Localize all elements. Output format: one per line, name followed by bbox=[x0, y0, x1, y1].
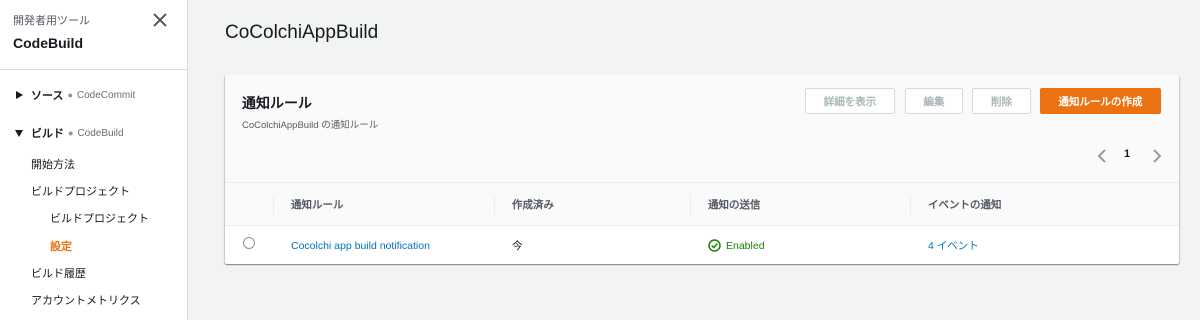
created-value: 今 bbox=[512, 240, 523, 252]
sidebar-section-source[interactable]: ソース ● CodeCommit bbox=[13, 86, 135, 104]
panel-title: 通知ルール bbox=[242, 95, 312, 111]
row-select-radio[interactable] bbox=[243, 237, 255, 249]
events-link[interactable]: 4 イベント bbox=[928, 227, 979, 264]
previous-page-icon[interactable] bbox=[1095, 147, 1109, 165]
status-badge: Enabled bbox=[708, 227, 765, 264]
sidebar-section-build[interactable]: ビルド ● CodeBuild bbox=[13, 124, 124, 142]
sidebar-item-getting-started[interactable]: 開始方法 bbox=[31, 156, 75, 172]
sidebar-subitem-settings[interactable]: 設定 bbox=[50, 238, 72, 254]
page-title: CoColchiAppBuild bbox=[225, 22, 379, 43]
next-page-icon[interactable] bbox=[1150, 147, 1164, 165]
sidebar-item-account-metrics[interactable]: アカウントメトリクス bbox=[31, 292, 141, 308]
bullet-icon: ● bbox=[68, 128, 74, 138]
create-notification-rule-button[interactable]: 通知ルールの作成 bbox=[1040, 88, 1161, 114]
column-divider bbox=[494, 195, 495, 215]
sidebar-item-build-history[interactable]: ビルド履歴 bbox=[31, 265, 86, 281]
sidebar-section-build-label: ビルド bbox=[31, 128, 64, 140]
notification-rules-panel: 通知ルール CoColchiAppBuild の通知ルール 詳細を表示 編集 削… bbox=[225, 75, 1179, 264]
view-details-button[interactable]: 詳細を表示 bbox=[805, 88, 895, 114]
sidebar-section-source-sub: CodeCommit bbox=[76, 89, 136, 101]
delete-button[interactable]: 削除 bbox=[972, 88, 1031, 114]
panel-description: CoColchiAppBuild の通知ルール bbox=[242, 120, 379, 131]
sidebar-subitem-build-project[interactable]: ビルドプロジェクト bbox=[50, 210, 149, 226]
bullet-icon: ● bbox=[67, 90, 73, 100]
column-header-send[interactable]: 通知の送信 bbox=[708, 183, 761, 226]
column-divider bbox=[690, 195, 691, 215]
column-divider bbox=[273, 195, 274, 215]
sidebar-tool-label: 開発者用ツール bbox=[13, 15, 90, 27]
edit-button[interactable]: 編集 bbox=[905, 88, 963, 114]
sidebar-section-source-label: ソース bbox=[31, 90, 64, 102]
sidebar-item-build-projects[interactable]: ビルドプロジェクト bbox=[31, 183, 130, 199]
caret-right-icon bbox=[13, 89, 25, 101]
current-page-number[interactable]: 1 bbox=[1124, 148, 1130, 160]
side-navigation: 開発者用ツール CodeBuild ソース ● CodeCommit ビルド ●… bbox=[0, 0, 188, 320]
close-icon[interactable] bbox=[150, 10, 170, 30]
column-header-created[interactable]: 作成済み bbox=[512, 183, 554, 226]
sidebar-header: 開発者用ツール CodeBuild bbox=[0, 0, 187, 70]
sidebar-section-build-sub: CodeBuild bbox=[77, 127, 124, 139]
panel-header: 通知ルール CoColchiAppBuild の通知ルール 詳細を表示 編集 削… bbox=[225, 75, 1179, 183]
caret-down-icon bbox=[13, 127, 25, 139]
column-header-rule[interactable]: 通知ルール bbox=[291, 183, 344, 226]
sidebar-service-name[interactable]: CodeBuild bbox=[13, 35, 83, 51]
column-divider bbox=[910, 195, 911, 215]
rule-name-link[interactable]: Cocolchi app build notification bbox=[291, 227, 430, 264]
column-header-events[interactable]: イベントの通知 bbox=[928, 183, 1002, 226]
table-header: 通知ルール 作成済み 通知の送信 イベントの通知 bbox=[225, 183, 1179, 226]
status-text: Enabled bbox=[726, 239, 765, 252]
check-circle-icon bbox=[708, 239, 721, 252]
